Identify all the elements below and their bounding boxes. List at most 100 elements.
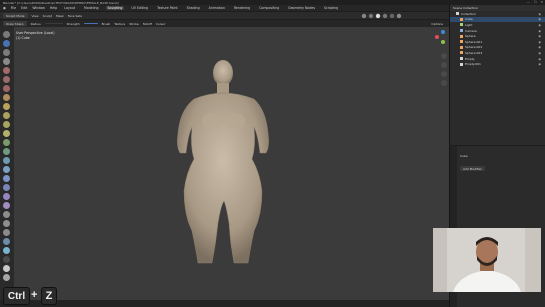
- smooth-brush-icon[interactable]: [3, 103, 10, 110]
- mask-brush-icon[interactable]: [3, 256, 10, 263]
- elastic-brush-icon[interactable]: [3, 166, 10, 173]
- menu-texture[interactable]: Texture: [114, 22, 125, 26]
- scrape-brush-icon[interactable]: [3, 130, 10, 137]
- visibility-eye-icon[interactable]: ◉: [538, 29, 541, 33]
- menu-help[interactable]: Help: [50, 6, 57, 10]
- tab-uv-editing[interactable]: UV Editing: [129, 6, 150, 10]
- menu-stroke[interactable]: Stroke: [129, 22, 139, 26]
- model-body: [177, 92, 269, 264]
- clay-strips-brush-icon[interactable]: [3, 58, 10, 65]
- pinch-brush-icon[interactable]: [3, 148, 10, 155]
- object-type-icon: [460, 23, 463, 27]
- tab-animation[interactable]: Animation: [207, 6, 227, 10]
- camera-view-icon[interactable]: [441, 71, 447, 77]
- outliner-row[interactable]: Empty.001 ◉: [450, 61, 545, 67]
- strength-field[interactable]: [83, 22, 98, 25]
- gizmo-y-icon[interactable]: [441, 40, 445, 44]
- crease-brush-icon[interactable]: [3, 94, 10, 101]
- visibility-eye-icon[interactable]: ◉: [538, 40, 541, 44]
- zoom-icon[interactable]: [441, 53, 447, 59]
- visibility-eye-icon[interactable]: ◉: [538, 51, 541, 55]
- menu-cursor[interactable]: Cursor: [156, 22, 166, 26]
- grab-brush-icon[interactable]: [3, 157, 10, 164]
- transform-icon[interactable]: [3, 274, 10, 281]
- object-type-icon: [460, 29, 463, 33]
- menu-file[interactable]: File: [11, 6, 16, 10]
- viewport-info: User Perspective (Local) (1) Cube: [16, 31, 55, 41]
- close-button[interactable]: ✕: [540, 0, 543, 4]
- menu-view[interactable]: View: [32, 14, 39, 18]
- visibility-eye-icon[interactable]: ◉: [538, 23, 541, 27]
- tab-shading[interactable]: Shading: [185, 6, 202, 10]
- tab-compositing[interactable]: Compositing: [257, 6, 281, 10]
- cloth-brush-icon[interactable]: [3, 238, 10, 245]
- visibility-eye-icon[interactable]: ◉: [538, 62, 541, 66]
- object-type-icon: [460, 57, 463, 61]
- gizmo-z-icon[interactable]: [441, 30, 445, 34]
- box-mask-icon[interactable]: [3, 265, 10, 272]
- sculpt-toolbar: [0, 27, 14, 300]
- tab-scripting[interactable]: Scripting: [322, 6, 340, 10]
- visibility-eye-icon[interactable]: ◉: [538, 12, 541, 16]
- minimize-button[interactable]: —: [527, 0, 530, 4]
- object-name-field[interactable]: Cube: [460, 154, 468, 158]
- layer-brush-icon[interactable]: [3, 67, 10, 74]
- radius-field[interactable]: [44, 22, 63, 25]
- menu-mask[interactable]: Mask: [56, 14, 64, 18]
- strength-label: Strength: [66, 21, 80, 26]
- inflate-brush-icon[interactable]: [3, 76, 10, 83]
- mode-dropdown[interactable]: Sculpt Mode: [3, 12, 28, 19]
- options-dropdown[interactable]: Options: [431, 22, 443, 26]
- gizmo-x-icon[interactable]: [435, 35, 439, 39]
- object-type-icon: [460, 34, 463, 38]
- pose-brush-icon[interactable]: [3, 193, 10, 200]
- menu-falloff[interactable]: Falloff: [143, 22, 152, 26]
- nudge-brush-icon[interactable]: [3, 202, 10, 209]
- boundary-brush-icon[interactable]: [3, 229, 10, 236]
- blender-logo-icon[interactable]: ◉: [3, 6, 6, 10]
- tab-layout[interactable]: Layout: [62, 6, 77, 10]
- visibility-eye-icon[interactable]: ◉: [538, 45, 541, 49]
- outliner-row-label: Sphere.002: [465, 45, 483, 50]
- menu-sculpt[interactable]: Sculpt: [43, 14, 52, 18]
- outliner-row-label: Empty.001: [465, 62, 481, 67]
- menu-brush[interactable]: Brush: [102, 22, 111, 26]
- add-modifier-button[interactable]: Add Modifier: [460, 166, 485, 172]
- draw-brush-icon[interactable]: [3, 31, 10, 38]
- tab-sculpting[interactable]: Sculpting: [105, 6, 125, 10]
- simplify-brush-icon[interactable]: [3, 247, 10, 254]
- fill-brush-icon[interactable]: [3, 121, 10, 128]
- maximize-button[interactable]: ☐: [534, 0, 537, 4]
- rotate-brush-icon[interactable]: [3, 211, 10, 218]
- menu-edit[interactable]: Edit: [21, 6, 27, 10]
- object-type-icon: [456, 12, 459, 16]
- clay-brush-icon[interactable]: [3, 49, 10, 56]
- outliner-row-label: Light: [465, 22, 473, 27]
- menu-face-sets[interactable]: Face Sets: [68, 14, 82, 18]
- flatten-brush-icon[interactable]: [3, 112, 10, 119]
- pan-hand-icon[interactable]: [441, 62, 447, 68]
- tab-geometry-nodes[interactable]: Geometry Nodes: [286, 6, 317, 10]
- perspective-toggle-icon[interactable]: [441, 80, 447, 86]
- shading-mode-icons[interactable]: [359, 13, 419, 19]
- navigation-gizmo[interactable]: [431, 27, 449, 127]
- sculpt-model[interactable]: [150, 55, 290, 270]
- thumb-brush-icon[interactable]: [3, 184, 10, 191]
- multires-brush-icon[interactable]: [3, 139, 10, 146]
- visibility-eye-icon[interactable]: ◉: [538, 17, 541, 21]
- outliner-row-label: Sphere.001: [465, 39, 483, 44]
- slide-relax-brush-icon[interactable]: [3, 220, 10, 227]
- tab-modeling[interactable]: Modeling: [82, 6, 101, 10]
- visibility-eye-icon[interactable]: ◉: [538, 57, 541, 61]
- tool-settings-header: Draw Sharp Radius Strength Brush Texture…: [0, 20, 449, 27]
- blob-brush-icon[interactable]: [3, 85, 10, 92]
- snake-hook-brush-icon[interactable]: [3, 175, 10, 182]
- outliner-row-label: Cube: [465, 17, 473, 22]
- brush-selector[interactable]: Draw Sharp: [3, 20, 27, 27]
- tab-rendering[interactable]: Rendering: [232, 6, 252, 10]
- visibility-eye-icon[interactable]: ◉: [538, 34, 541, 38]
- ctrl-key: Ctrl: [3, 287, 30, 305]
- menu-window[interactable]: Window: [32, 6, 45, 10]
- draw-sharp-brush-icon[interactable]: [3, 40, 10, 47]
- tab-texture-paint[interactable]: Texture Paint: [155, 6, 180, 10]
